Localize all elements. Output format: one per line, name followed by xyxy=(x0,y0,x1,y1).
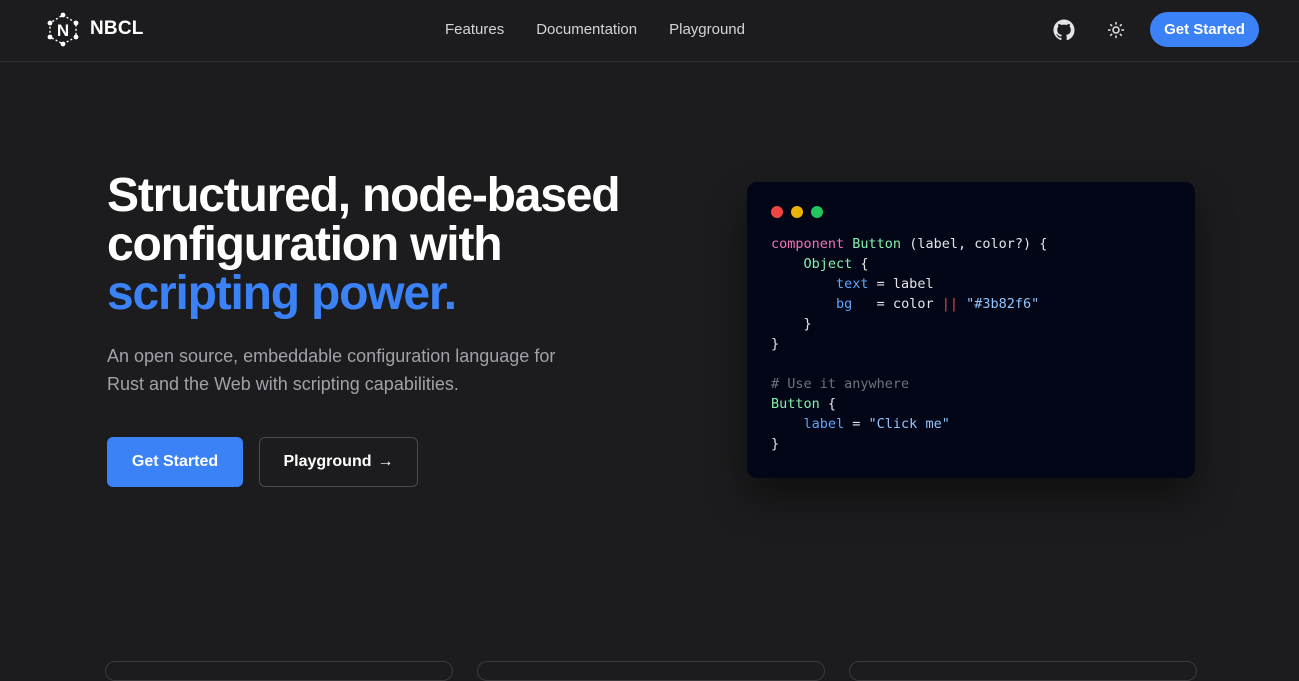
main-nav: Features Documentation Playground xyxy=(445,19,745,41)
window-dot-yellow-icon xyxy=(791,206,803,218)
hero-title-line-1: Structured, node-based xyxy=(107,169,621,222)
nav-get-started-button[interactable]: Get Started xyxy=(1150,12,1259,47)
code-token: = xyxy=(844,416,869,432)
code-token: bg xyxy=(836,296,853,312)
code-line: label = "Click me" xyxy=(771,414,1047,434)
theme-toggle-button[interactable] xyxy=(1102,16,1130,44)
brand-home-link[interactable]: N NBCL xyxy=(46,11,144,47)
code-token: Button xyxy=(852,236,902,252)
arrow-right-icon: → xyxy=(377,453,394,470)
code-token: "#3b82f6" xyxy=(966,296,1040,312)
hero-get-started-button[interactable]: Get Started xyxy=(107,437,243,487)
code-token: Object xyxy=(803,256,853,272)
window-controls xyxy=(771,206,823,218)
code-token: } xyxy=(771,336,780,352)
nav-link-playground[interactable]: Playground xyxy=(669,19,745,41)
hero-playground-button[interactable]: Playground → xyxy=(259,437,418,487)
code-token: } xyxy=(771,436,780,452)
code-line: # Use it anywhere xyxy=(771,374,1047,394)
github-icon xyxy=(1053,19,1075,41)
code-line: Button { xyxy=(771,394,1047,414)
hero-title: Structured, node-based configuration wit… xyxy=(107,171,707,318)
sun-icon xyxy=(1107,21,1125,39)
code-token: || xyxy=(941,296,958,312)
hero-subtitle: An open source, embeddable configuration… xyxy=(107,342,627,398)
svg-text:N: N xyxy=(57,21,69,40)
window-dot-green-icon xyxy=(811,206,823,218)
brand-name: NBCL xyxy=(90,18,144,39)
code-token: = label xyxy=(868,276,934,292)
code-token: label xyxy=(803,416,845,432)
code-line: component Button (label, color?) { xyxy=(771,234,1047,254)
window-dot-red-icon xyxy=(771,206,783,218)
code-example-panel: component Button (label, color?) { Objec… xyxy=(747,182,1195,478)
code-line: } xyxy=(771,314,1047,334)
code-token: text xyxy=(836,276,869,292)
code-token: { xyxy=(852,256,869,272)
code-token: { xyxy=(819,396,837,412)
nbcl-logo-icon: N xyxy=(47,12,79,47)
feature-card-peek xyxy=(105,661,453,681)
code-line: Object { xyxy=(771,254,1047,274)
hero-subtitle-line-2: Rust and the Web with scripting capabili… xyxy=(107,374,459,394)
nav-link-documentation[interactable]: Documentation xyxy=(536,19,637,41)
code-token: component xyxy=(771,236,845,252)
code-token: "Click me" xyxy=(868,416,950,432)
code-token: # Use it anywhere xyxy=(771,376,910,392)
code-token: } xyxy=(771,316,812,332)
hero-subtitle-line-1: An open source, embeddable configuration… xyxy=(107,346,556,366)
code-line: } xyxy=(771,334,1047,354)
code-line: bg = color || "#3b82f6" xyxy=(771,294,1047,314)
feature-card-peek xyxy=(849,661,1197,681)
code-line: text = label xyxy=(771,274,1047,294)
code-token: (label, color?) { xyxy=(901,236,1048,252)
hero-playground-label: Playground xyxy=(283,453,372,470)
github-link[interactable] xyxy=(1050,16,1078,44)
code-block: component Button (label, color?) { Objec… xyxy=(771,234,1047,454)
code-token: = color xyxy=(852,296,942,312)
hero-title-line-2: configuration with xyxy=(107,218,503,271)
nav-link-features[interactable]: Features xyxy=(445,19,504,41)
code-line: } xyxy=(771,434,1047,454)
feature-card-peek xyxy=(477,661,825,681)
top-navbar: N NBCL Features Documentation Playground… xyxy=(0,0,1299,62)
code-token: Button xyxy=(771,396,820,412)
hero-title-accent: scripting power. xyxy=(107,267,457,320)
